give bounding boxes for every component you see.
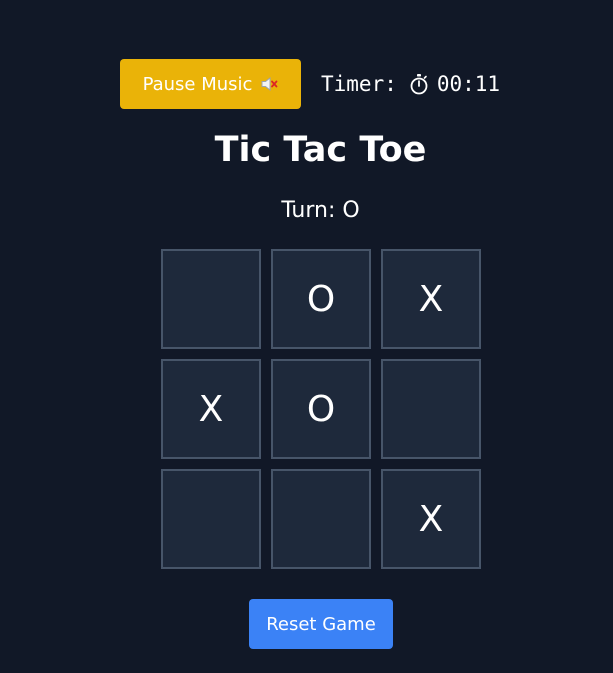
timer-display: Timer: 00:11	[321, 72, 500, 96]
board-cell[interactable]	[381, 359, 481, 459]
stopwatch-icon	[409, 73, 429, 95]
timer-label: Timer:	[321, 72, 397, 96]
game-title: Tic Tac Toe	[214, 130, 427, 170]
board-cell[interactable]	[161, 469, 261, 569]
reset-game-button[interactable]: Reset Game	[249, 599, 393, 649]
board-cell[interactable]: X	[161, 359, 261, 459]
board-cell[interactable]	[161, 249, 261, 349]
top-controls: Pause Music Timer: 00:11	[120, 59, 500, 109]
pause-music-button[interactable]: Pause Music	[120, 59, 301, 109]
timer-value: 00:11	[436, 72, 501, 96]
turn-indicator: Turn: O	[281, 198, 360, 223]
board-cell[interactable]: O	[271, 249, 371, 349]
game-board: O X X O X	[161, 249, 481, 569]
board-cell[interactable]: O	[271, 359, 371, 459]
board-cell[interactable]: X	[381, 249, 481, 349]
board-cell[interactable]: X	[381, 469, 481, 569]
board-cell[interactable]	[271, 469, 371, 569]
mute-speaker-icon	[260, 75, 278, 93]
music-button-label: Pause Music	[142, 73, 253, 95]
